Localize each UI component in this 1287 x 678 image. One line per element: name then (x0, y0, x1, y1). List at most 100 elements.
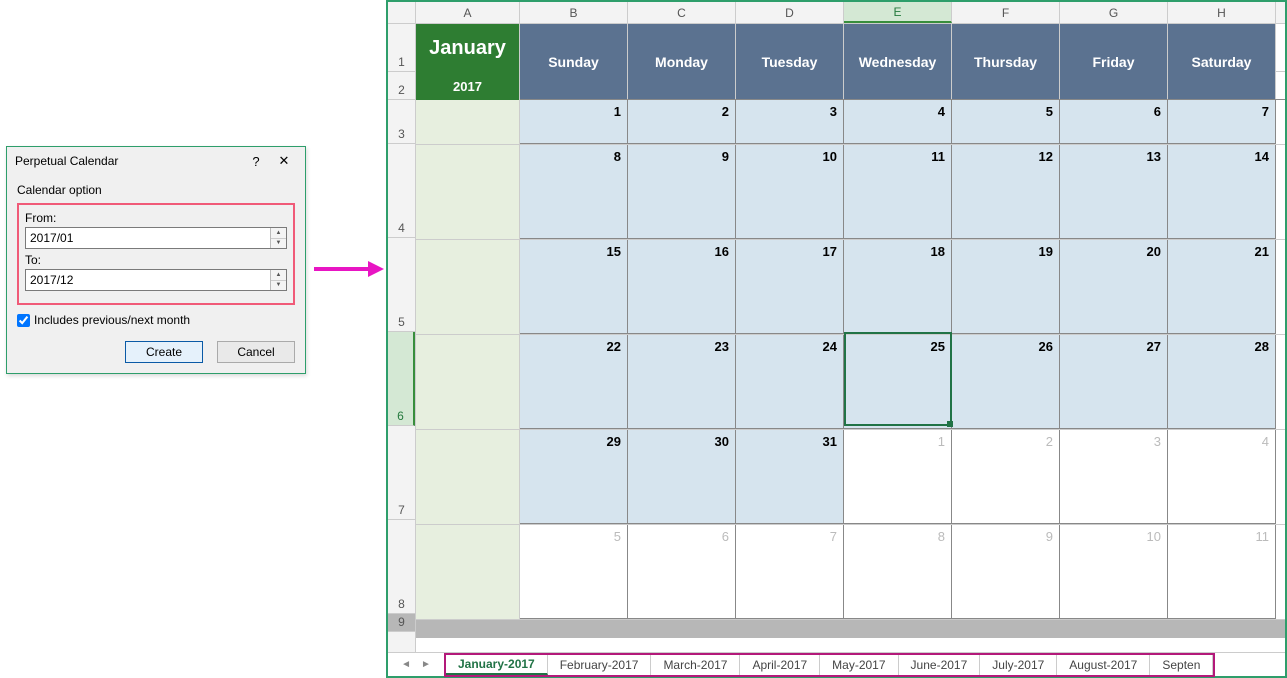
col-C[interactable]: C (628, 2, 736, 23)
to-field[interactable] (26, 270, 270, 290)
from-field[interactable] (26, 228, 270, 248)
date-cell[interactable]: 2 (952, 430, 1060, 450)
date-cell[interactable]: 26 (952, 335, 1060, 355)
date-body[interactable] (736, 165, 844, 239)
date-cell[interactable]: 7 (1168, 100, 1276, 120)
date-cell[interactable]: 19 (952, 240, 1060, 260)
tab-nav[interactable]: ◄ ► (388, 653, 444, 676)
col-E[interactable]: E (844, 2, 952, 23)
date-body[interactable] (520, 450, 628, 524)
date-body[interactable] (520, 120, 628, 144)
date-body[interactable] (952, 120, 1060, 144)
date-cell[interactable]: 28 (1168, 335, 1276, 355)
date-cell[interactable]: 17 (736, 240, 844, 260)
date-cell[interactable]: 7 (736, 525, 844, 545)
date-cell[interactable]: 10 (736, 145, 844, 165)
date-body[interactable] (628, 355, 736, 429)
close-icon[interactable]: ✕ (271, 150, 297, 172)
date-cell[interactable]: 22 (520, 335, 628, 355)
from-spinner[interactable]: ▲▼ (270, 228, 286, 248)
date-body[interactable] (844, 355, 952, 429)
date-body[interactable] (844, 260, 952, 334)
date-cell[interactable]: 13 (1060, 145, 1168, 165)
date-cell[interactable]: 4 (844, 100, 952, 120)
date-cell[interactable]: 3 (736, 100, 844, 120)
date-body[interactable] (736, 545, 844, 619)
date-cell[interactable]: 30 (628, 430, 736, 450)
date-body[interactable] (628, 120, 736, 144)
date-cell[interactable]: 1 (520, 100, 628, 120)
date-body[interactable] (1060, 260, 1168, 334)
col-A[interactable]: A (416, 2, 520, 23)
row-5[interactable]: 5 (388, 238, 415, 332)
date-body[interactable] (1060, 545, 1168, 619)
col-F[interactable]: F (952, 2, 1060, 23)
date-cell[interactable]: 21 (1168, 240, 1276, 260)
row-8[interactable]: 8 (388, 520, 415, 614)
sheet-tab[interactable]: Septen (1150, 655, 1213, 675)
date-cell[interactable]: 3 (1060, 430, 1168, 450)
create-button[interactable]: Create (125, 341, 203, 363)
date-body[interactable] (844, 450, 952, 524)
date-body[interactable] (1168, 450, 1276, 524)
date-body[interactable] (1168, 545, 1276, 619)
row-9[interactable]: 9 (388, 614, 415, 632)
date-cell[interactable]: 5 (952, 100, 1060, 120)
col-H[interactable]: H (1168, 2, 1276, 23)
date-body[interactable] (520, 355, 628, 429)
include-prev-next-checkbox[interactable] (17, 314, 30, 327)
date-body[interactable] (1060, 450, 1168, 524)
dialog-titlebar[interactable]: Perpetual Calendar ? ✕ (7, 147, 305, 175)
date-cell[interactable]: 9 (628, 145, 736, 165)
select-all-corner[interactable] (388, 2, 416, 23)
row-7[interactable]: 7 (388, 426, 415, 520)
to-spinner[interactable]: ▲▼ (270, 270, 286, 290)
col-G[interactable]: G (1060, 2, 1168, 23)
date-body[interactable] (1168, 355, 1276, 429)
date-cell[interactable]: 16 (628, 240, 736, 260)
col-B[interactable]: B (520, 2, 628, 23)
date-cell[interactable]: 6 (628, 525, 736, 545)
date-cell[interactable]: 11 (844, 145, 952, 165)
date-body[interactable] (952, 355, 1060, 429)
date-body[interactable] (952, 450, 1060, 524)
date-cell[interactable]: 31 (736, 430, 844, 450)
date-body[interactable] (952, 165, 1060, 239)
row-6[interactable]: 6 (388, 332, 415, 426)
row-1[interactable]: 1 (388, 24, 415, 72)
sheet-tab[interactable]: July-2017 (980, 655, 1057, 675)
date-cell[interactable]: 27 (1060, 335, 1168, 355)
date-cell[interactable]: 24 (736, 335, 844, 355)
date-body[interactable] (1168, 120, 1276, 144)
date-body[interactable] (520, 260, 628, 334)
row-2[interactable]: 2 (388, 72, 415, 100)
date-cell[interactable]: 20 (1060, 240, 1168, 260)
date-body[interactable] (1060, 355, 1168, 429)
date-cell[interactable]: 14 (1168, 145, 1276, 165)
sheet-tab[interactable]: June-2017 (899, 655, 981, 675)
date-body[interactable] (520, 545, 628, 619)
tab-next-icon[interactable]: ► (421, 659, 431, 670)
date-cell[interactable]: 2 (628, 100, 736, 120)
cell-grid[interactable]: January Sunday Monday Tuesday Wednesday … (416, 24, 1285, 652)
sheet-tab[interactable]: February-2017 (548, 655, 652, 675)
date-cell[interactable]: 1 (844, 430, 952, 450)
sheet-tab[interactable]: May-2017 (820, 655, 898, 675)
date-cell[interactable]: 8 (844, 525, 952, 545)
date-body[interactable] (952, 260, 1060, 334)
date-cell[interactable]: 25 (844, 335, 952, 355)
date-cell[interactable]: 23 (628, 335, 736, 355)
date-cell[interactable]: 29 (520, 430, 628, 450)
date-cell[interactable]: 10 (1060, 525, 1168, 545)
sheet-tab[interactable]: August-2017 (1057, 655, 1150, 675)
date-body[interactable] (628, 450, 736, 524)
cancel-button[interactable]: Cancel (217, 341, 295, 363)
row-3[interactable]: 3 (388, 100, 415, 144)
date-cell[interactable]: 15 (520, 240, 628, 260)
date-body[interactable] (1060, 120, 1168, 144)
date-body[interactable] (628, 545, 736, 619)
sheet-tab[interactable]: April-2017 (740, 655, 820, 675)
sheet-tab[interactable]: January-2017 (446, 655, 548, 675)
date-body[interactable] (1168, 260, 1276, 334)
date-body[interactable] (844, 120, 952, 144)
